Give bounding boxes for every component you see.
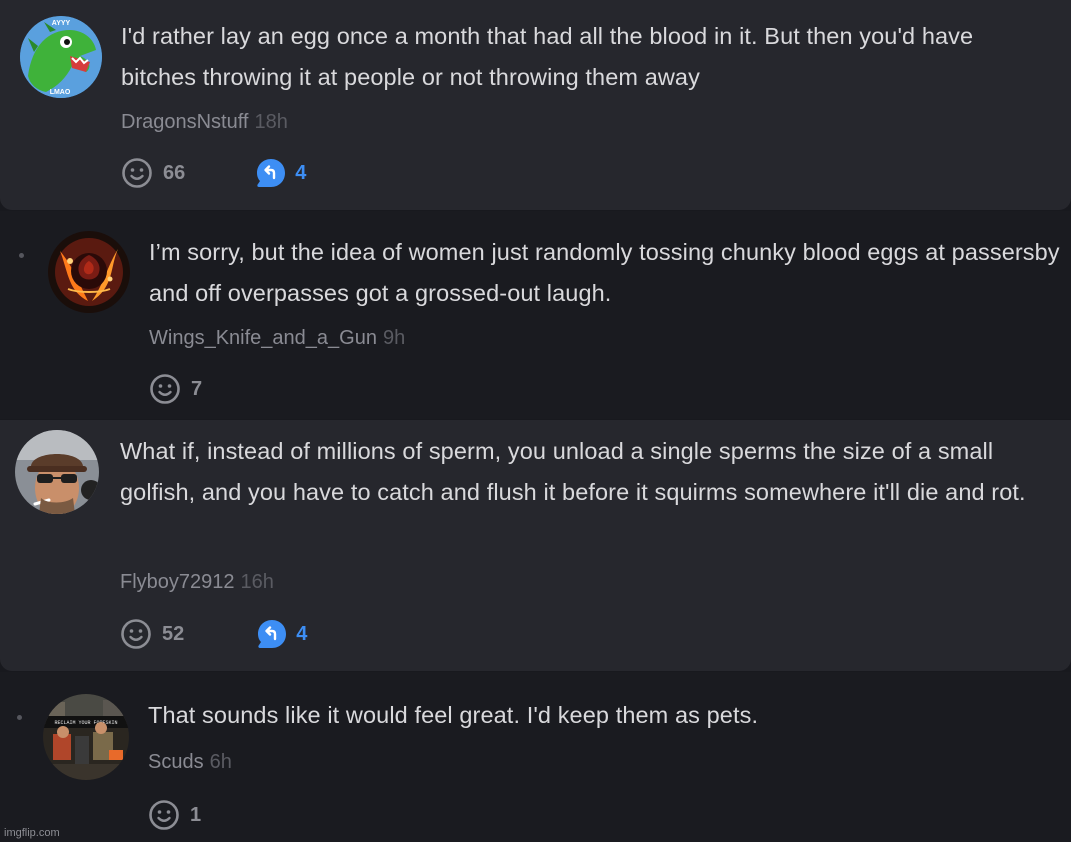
comment-wings-knife-and-a-gun: I’m sorry, but the idea of women just ra… [0,211,1071,419]
comment-text: I'd rather lay an egg once a month that … [121,23,974,90]
comment-actions: 7 [149,372,202,406]
replies-button[interactable]: 4 [256,618,307,650]
avatar-banner-label: RECLAIM YOUR FORESKIN [54,720,117,726]
avatar-flyboy72912[interactable] [15,430,99,514]
smiley-face-icon [150,374,180,404]
thread-dot [17,715,22,720]
comment-text: I’m sorry, but the idea of women just ra… [149,239,1060,306]
username[interactable]: Flyboy72912 [120,571,235,593]
imgflip-watermark: imgflip.com [4,827,60,839]
replies-count: 4 [296,622,308,645]
comment-scuds: RECLAIM YOUR FORESKIN That sounds like i… [0,672,1071,842]
reaction-count: 1 [190,803,202,826]
smiley-face-icon [122,158,152,188]
comment-text: What if, instead of millions of sperm, y… [120,438,1026,505]
comment-text: That sounds like it would feel great. I'… [148,702,759,728]
reaction-button[interactable]: 7 [149,373,202,405]
comment-flyboy72912: What if, instead of millions of sperm, y… [0,420,1071,671]
username[interactable]: Wings_Knife_and_a_Gun [149,327,377,349]
reply-arrow-bubble-icon [258,620,287,648]
comment-thread: AYYY LMAO I'd rather lay an egg once a m… [0,0,1071,842]
comment-meta: DragonsNstuff 18h [121,110,288,134]
avatar-scuds[interactable]: RECLAIM YOUR FORESKIN [43,694,129,780]
reaction-button[interactable]: 52 [120,618,184,650]
comment-dragonsnstuff: AYYY LMAO I'd rather lay an egg once a m… [0,0,1071,210]
comment-meta: Flyboy72912 16h [120,570,274,594]
username[interactable]: Scuds [148,751,204,773]
reaction-button[interactable]: 66 [121,157,185,189]
timestamp: 6h [209,751,232,773]
comment-actions: 52 4 [120,617,307,651]
reaction-count: 52 [162,622,185,645]
avatar-top-label: AYYY [52,20,71,27]
timestamp: 16h [240,571,274,593]
thread-dot [19,253,24,258]
smiley-face-icon [149,800,179,830]
comment-meta: Scuds 6h [148,750,232,774]
avatar-dragonsnstuff[interactable]: AYYY LMAO [20,16,102,98]
reply-arrow-bubble-icon [257,159,286,187]
username[interactable]: DragonsNstuff [121,111,248,133]
reaction-button[interactable]: 1 [148,799,201,831]
reaction-count: 7 [191,377,203,400]
avatar-wings-knife-and-a-gun[interactable] [48,231,130,313]
comment-actions: 66 4 [121,156,306,190]
comment-meta: Wings_Knife_and_a_Gun 9h [149,326,405,350]
timestamp: 18h [254,111,288,133]
replies-button[interactable]: 4 [255,157,306,189]
smiley-face-icon [121,619,151,649]
timestamp: 9h [382,327,406,349]
avatar-bottom-label: LMAO [50,89,71,96]
reaction-count: 66 [163,161,186,184]
comment-actions: 1 [148,798,201,832]
replies-count: 4 [295,161,307,184]
